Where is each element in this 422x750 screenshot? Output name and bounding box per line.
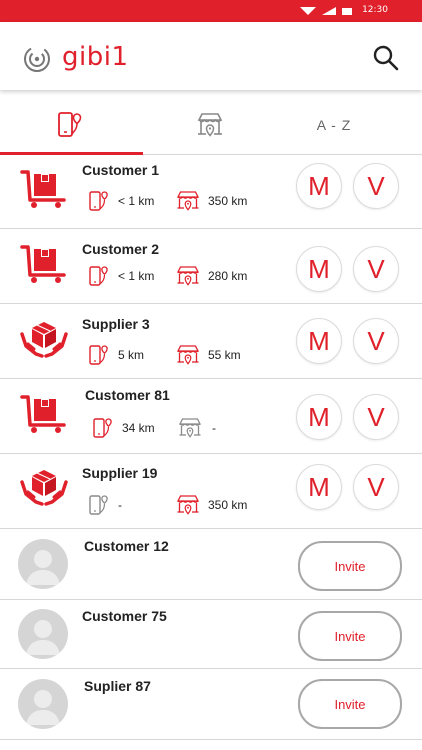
status-time: 12:30 bbox=[362, 5, 388, 15]
phone-location-icon bbox=[88, 344, 110, 366]
phone-distance: < 1 km bbox=[88, 190, 154, 212]
m-button[interactable]: M bbox=[296, 163, 342, 209]
person-placeholder-icon bbox=[18, 539, 68, 589]
store-location-icon bbox=[197, 113, 223, 137]
phone-location-icon bbox=[88, 494, 110, 516]
store-distance-value: 350 km bbox=[208, 194, 248, 208]
contact-row[interactable]: Customer 1 < 1 km 350 km M V bbox=[0, 154, 422, 229]
avatar bbox=[18, 539, 68, 589]
phone-distance: < 1 km bbox=[88, 265, 154, 287]
status-bar: 12:30 bbox=[0, 0, 422, 22]
store-distance: 55 km bbox=[176, 344, 241, 366]
store-distance-value: 280 km bbox=[208, 269, 248, 283]
contact-name: Customer 1 bbox=[82, 162, 160, 178]
store-distance: 350 km bbox=[176, 494, 247, 516]
contact-row[interactable]: Supplier 3 5 km 55 km M V bbox=[0, 304, 422, 379]
v-button[interactable]: V bbox=[353, 464, 399, 510]
contact-name: Suplier 87 bbox=[84, 678, 151, 694]
contact-name: Supplier 3 bbox=[82, 316, 150, 332]
contact-name: Customer 75 bbox=[82, 608, 167, 624]
phone-distance-value: 34 km bbox=[122, 421, 155, 435]
m-button[interactable]: M bbox=[296, 394, 342, 440]
tab-store-distance[interactable] bbox=[140, 96, 280, 154]
tab-alphabetical-label: A - Z bbox=[316, 117, 352, 133]
invite-row[interactable]: Customer 75 Invite bbox=[0, 600, 422, 669]
contact-name: Customer 12 bbox=[84, 538, 169, 554]
search-icon[interactable] bbox=[372, 44, 400, 72]
signal-icon bbox=[322, 7, 336, 15]
v-button[interactable]: V bbox=[353, 394, 399, 440]
store-location-icon bbox=[176, 494, 200, 516]
avatar bbox=[18, 609, 68, 659]
tab-bar: A - Z bbox=[0, 96, 422, 155]
status-icons bbox=[300, 7, 352, 15]
tab-phone-distance[interactable] bbox=[0, 96, 140, 154]
store-distance-value: 350 km bbox=[208, 498, 248, 512]
store-location-icon bbox=[178, 417, 202, 439]
store-distance: - bbox=[178, 417, 216, 439]
m-button[interactable]: M bbox=[296, 464, 342, 510]
invite-button[interactable]: Invite bbox=[298, 679, 402, 729]
v-button[interactable]: V bbox=[353, 163, 399, 209]
battery-icon bbox=[342, 8, 352, 15]
invite-row[interactable]: Customer 12 Invite bbox=[0, 529, 422, 600]
wifi-icon bbox=[300, 7, 316, 15]
store-location-icon bbox=[176, 265, 200, 287]
contact-name: Customer 2 bbox=[82, 241, 160, 257]
supplier-hands-box-icon bbox=[20, 468, 68, 508]
contact-name: Customer 81 bbox=[85, 387, 170, 403]
phone-distance-value: - bbox=[118, 498, 122, 512]
customer-trolley-icon bbox=[20, 395, 68, 435]
invite-row[interactable]: Suplier 87 Invite bbox=[0, 669, 422, 740]
store-location-icon bbox=[176, 344, 200, 366]
m-button[interactable]: M bbox=[296, 318, 342, 364]
store-distance-value: - bbox=[212, 421, 216, 435]
contact-name: Supplier 19 bbox=[82, 465, 158, 481]
phone-location-icon bbox=[88, 265, 110, 287]
phone-distance-value: 5 km bbox=[118, 348, 145, 362]
phone-location-icon bbox=[92, 417, 114, 439]
phone-distance: - bbox=[88, 494, 122, 516]
contact-row[interactable]: Customer 2 < 1 km 280 km M V bbox=[0, 229, 422, 304]
tab-alphabetical[interactable]: A - Z bbox=[282, 96, 386, 154]
v-button[interactable]: V bbox=[353, 318, 399, 364]
store-distance: 350 km bbox=[176, 190, 247, 212]
phone-distance-value: < 1 km bbox=[118, 194, 155, 208]
invite-button[interactable]: Invite bbox=[298, 541, 402, 591]
person-placeholder-icon bbox=[18, 679, 68, 729]
phone-distance: 34 km bbox=[92, 417, 155, 439]
v-button[interactable]: V bbox=[353, 246, 399, 292]
avatar bbox=[18, 679, 68, 729]
m-button[interactable]: M bbox=[296, 246, 342, 292]
gibi-logo-icon bbox=[24, 46, 50, 72]
store-location-icon bbox=[176, 190, 200, 212]
phone-location-icon bbox=[88, 190, 110, 212]
contact-row[interactable]: Customer 81 34 km - M V bbox=[0, 379, 422, 454]
app-logo-text: gibi1 bbox=[62, 42, 129, 72]
invite-button[interactable]: Invite bbox=[298, 611, 402, 661]
customer-trolley-icon bbox=[20, 170, 68, 210]
contact-row[interactable]: Supplier 19 - 350 km M V bbox=[0, 454, 422, 529]
phone-location-icon bbox=[58, 112, 82, 137]
customer-trolley-icon bbox=[20, 245, 68, 285]
phone-distance: 5 km bbox=[88, 344, 144, 366]
store-distance: 280 km bbox=[176, 265, 247, 287]
store-distance-value: 55 km bbox=[208, 348, 241, 362]
app-bar: gibi1 bbox=[0, 22, 422, 90]
person-placeholder-icon bbox=[18, 609, 68, 659]
phone-distance-value: < 1 km bbox=[118, 269, 155, 283]
supplier-hands-box-icon bbox=[20, 320, 68, 360]
